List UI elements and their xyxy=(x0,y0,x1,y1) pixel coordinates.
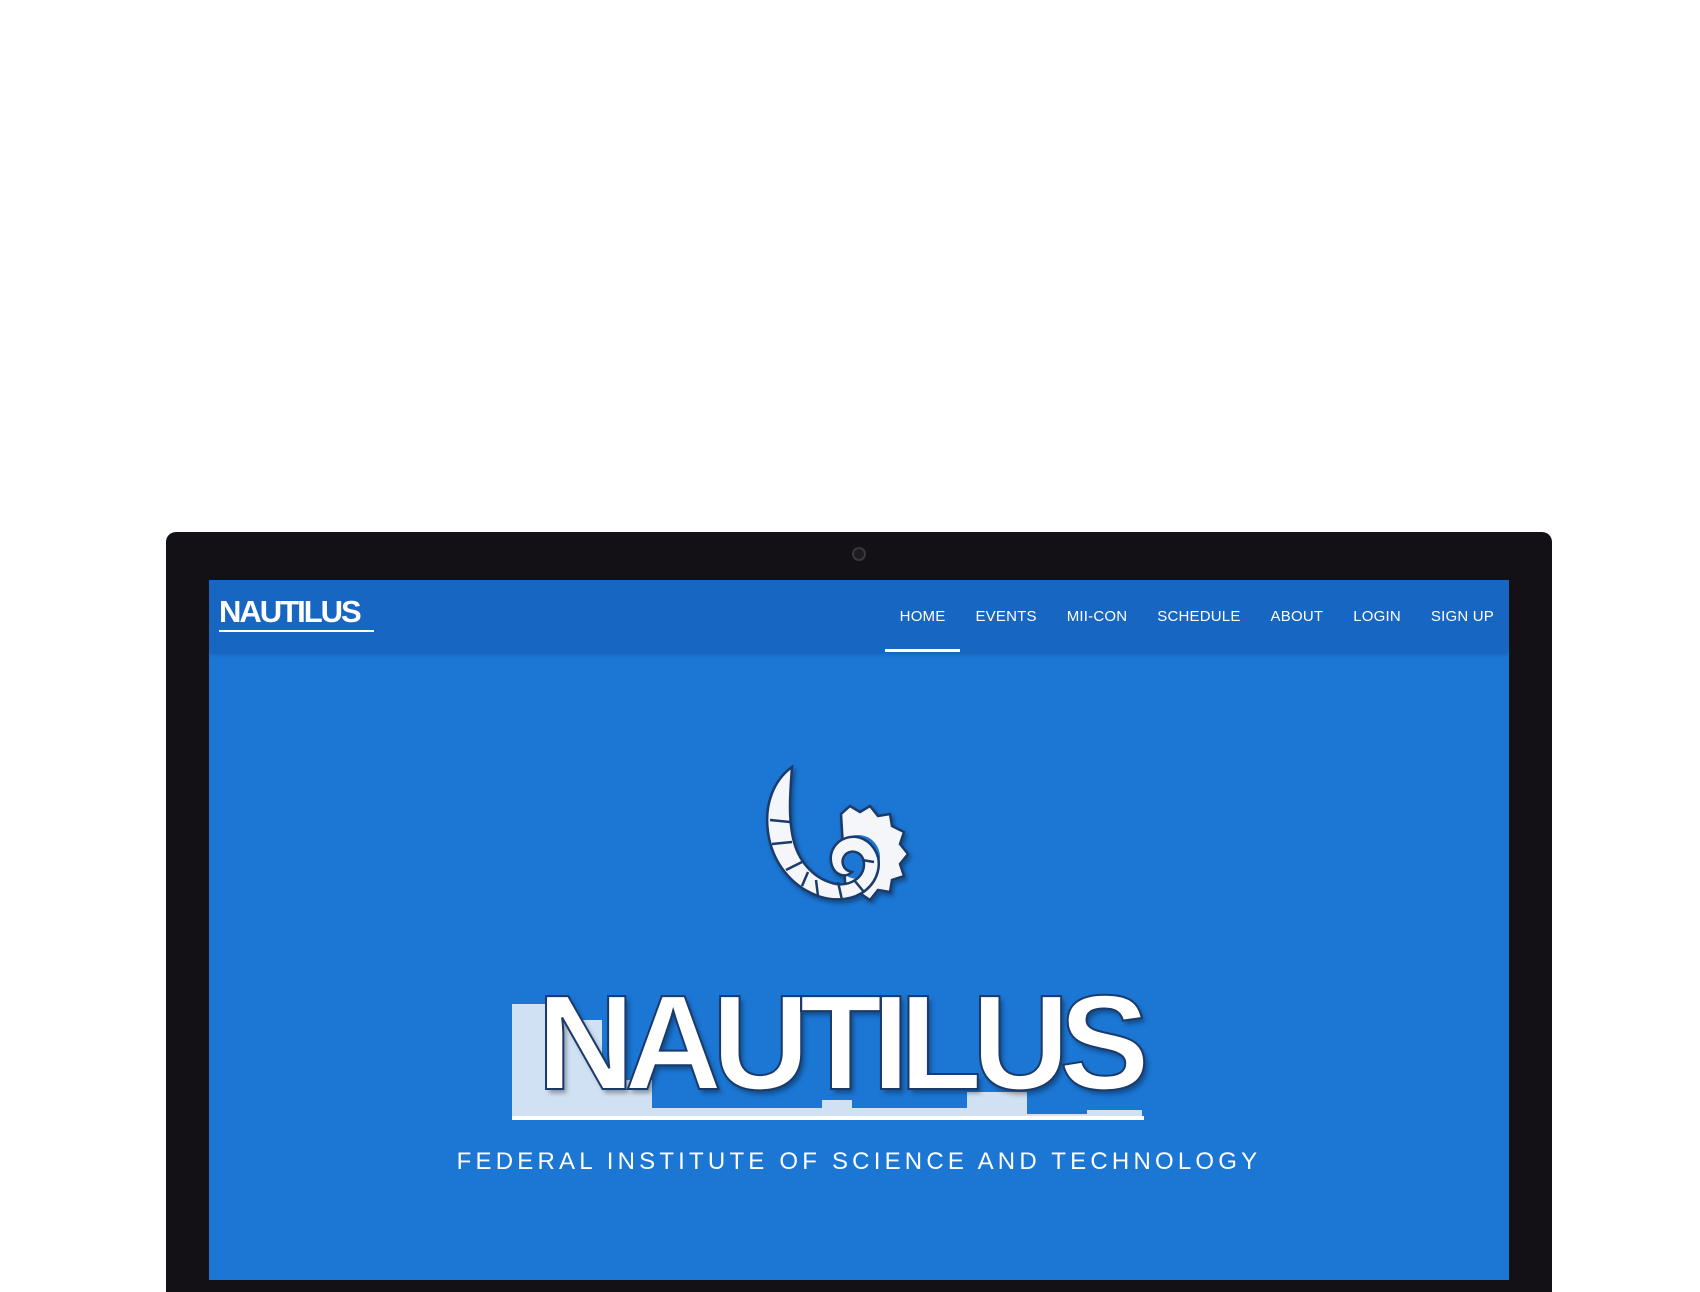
nav-events[interactable]: EVENTS xyxy=(960,580,1051,652)
nav-home[interactable]: HOME xyxy=(884,580,961,652)
nav-links: HOME EVENTS MII-CON SCHEDULE ABOUT LOGIN… xyxy=(884,580,1509,652)
hero-tagline: FEDERAL INSTITUTE OF SCIENCE AND TECHNOL… xyxy=(456,1148,1262,1175)
website-screen: NAUTILUS HOME EVENTS MII-CON SCHEDULE AB… xyxy=(209,580,1509,1280)
nav-sign-up[interactable]: SIGN UP xyxy=(1416,580,1509,652)
nav-login[interactable]: LOGIN xyxy=(1338,580,1416,652)
monitor-frame: NAUTILUS HOME EVENTS MII-CON SCHEDULE AB… xyxy=(166,532,1552,1292)
wordmark-text: NAUTILUS xyxy=(536,967,1150,1118)
nav-about[interactable]: ABOUT xyxy=(1256,580,1339,652)
nautilus-shell-gear-logo xyxy=(765,764,910,902)
hero-wordmark: NAUTILUS xyxy=(512,967,1212,1140)
nav-mii-con[interactable]: MII-CON xyxy=(1052,580,1143,652)
camera-icon xyxy=(852,547,866,561)
top-navbar: NAUTILUS HOME EVENTS MII-CON SCHEDULE AB… xyxy=(209,580,1509,652)
brand-logo[interactable]: NAUTILUS xyxy=(219,594,379,632)
nav-schedule[interactable]: SCHEDULE xyxy=(1142,580,1255,652)
